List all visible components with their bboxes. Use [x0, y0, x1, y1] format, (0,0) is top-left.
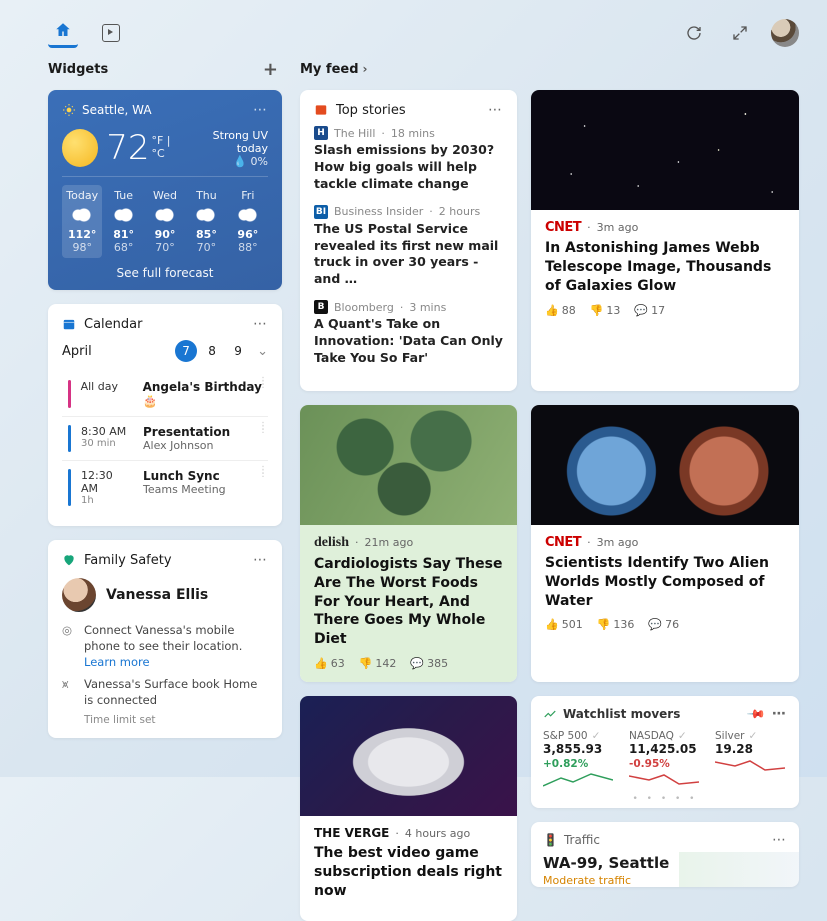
activity-icon: ⩙: [62, 676, 76, 708]
weather-day[interactable]: Today112°98°: [62, 185, 102, 258]
heart-shield-icon: [62, 553, 76, 567]
expand-button[interactable]: [725, 18, 755, 48]
feed-card-image: [531, 405, 799, 525]
video-icon: [102, 24, 120, 42]
calendar-month: April: [62, 344, 92, 359]
feed-headline: Scientists Identify Two Alien Worlds Mos…: [545, 554, 785, 611]
feed-card[interactable]: delish · 21m ago Cardiologists Say These…: [300, 405, 517, 682]
like-button[interactable]: 👍 88: [545, 304, 576, 317]
feed-headline: Cardiologists Say These Are The Worst Fo…: [314, 555, 503, 649]
add-widget-button[interactable]: +: [259, 59, 282, 80]
feed-age: 21m ago: [365, 536, 414, 549]
family-learn-more-link[interactable]: Learn more: [84, 655, 150, 669]
feed-source: CNET: [545, 535, 581, 550]
feed-headline: The best video game subscription deals r…: [314, 844, 503, 901]
feed-card[interactable]: CNET · 3m ago In Astonishing James Webb …: [531, 90, 799, 391]
top-story-item[interactable]: BIBusiness Insider · 2 hoursThe US Posta…: [314, 205, 503, 289]
map-background: [679, 852, 799, 887]
feed-headline: In Astonishing James Webb Telescope Imag…: [545, 239, 785, 296]
feed-card-image: [531, 90, 799, 210]
weather-precip: 💧 0%: [233, 155, 268, 168]
top-stories-more-button[interactable]: ⋯: [488, 102, 503, 118]
video-tab[interactable]: [96, 18, 126, 48]
like-button[interactable]: 👍 63: [314, 657, 345, 670]
widgets-heading: Widgets: [48, 62, 108, 77]
weather-day[interactable]: Fri96°88°: [228, 185, 268, 258]
family-location-text: Connect Vanessa's mobile phone to see th…: [84, 622, 268, 670]
weather-uv: Strong UV today: [182, 129, 268, 155]
family-more-button[interactable]: ⋯: [253, 552, 268, 568]
weather-temp: 72: [106, 128, 149, 168]
sun-icon: [62, 129, 98, 167]
home-tab[interactable]: [48, 18, 78, 48]
calendar-date[interactable]: 7: [175, 340, 197, 362]
chevron-right-icon: ›: [363, 62, 368, 76]
feed-card[interactable]: CNET · 3m ago Scientists Identify Two Al…: [531, 405, 799, 682]
my-feed-heading[interactable]: My feed: [300, 62, 359, 77]
calendar-date[interactable]: 9: [227, 340, 249, 362]
watchlist-more-button[interactable]: ⋯: [772, 706, 787, 722]
weather-day[interactable]: Thu85°70°: [186, 185, 226, 258]
weather-sun-icon: [62, 103, 76, 117]
top-stories-widget[interactable]: Top stories ⋯ HThe Hill · 18 minsSlash e…: [300, 90, 517, 391]
calendar-more-button[interactable]: ⋯: [253, 316, 268, 332]
feed-card-image: [300, 696, 517, 816]
top-story-item[interactable]: BBloomberg · 3 minsA Quant's Take on Inn…: [314, 300, 503, 367]
watchlist-title: Watchlist movers: [563, 707, 680, 721]
feed-card[interactable]: THE VERGE · 4 hours ago The best video g…: [300, 696, 517, 921]
family-device-sub: Time limit set: [84, 714, 268, 726]
family-person-avatar[interactable]: [62, 578, 96, 612]
pin-button[interactable]: 📌: [746, 704, 766, 724]
family-device-text: Vanessa's Surface book Home is connected: [84, 676, 268, 708]
family-title: Family Safety: [84, 553, 172, 568]
weather-unit[interactable]: °F |°C: [151, 134, 182, 160]
feed-source: CNET: [545, 220, 581, 235]
weather-widget[interactable]: Seattle, WA ⋯ 72 °F |°C Strong UV today …: [48, 90, 282, 290]
family-safety-widget[interactable]: Family Safety ⋯ Vanessa Ellis ◎ Connect …: [48, 540, 282, 738]
dislike-button[interactable]: 👎 13: [590, 304, 621, 317]
calendar-icon: [62, 317, 76, 331]
calendar-event[interactable]: 12:30 AM1hLunch SyncTeams Meeting⋮⋮: [62, 460, 268, 514]
calendar-expand-icon[interactable]: ⌄: [257, 344, 268, 359]
top-story-item[interactable]: HThe Hill · 18 minsSlash emissions by 20…: [314, 126, 503, 193]
news-icon: [314, 103, 328, 117]
traffic-widget[interactable]: 🚦 Traffic ⋯ WA-99, Seattle Moderate traf…: [531, 822, 799, 887]
traffic-more-button[interactable]: ⋯: [772, 832, 787, 848]
weather-day[interactable]: Tue81°68°: [103, 185, 143, 258]
weather-more-button[interactable]: ⋯: [253, 102, 268, 118]
comment-button[interactable]: 💬 385: [410, 657, 448, 670]
weather-location: Seattle, WA: [82, 103, 152, 117]
watchlist-widget[interactable]: Watchlist movers 📌 ⋯ S&P 500 ✓3,855.93 +…: [531, 696, 799, 808]
see-full-forecast-link[interactable]: See full forecast: [62, 266, 268, 280]
feed-age: 3m ago: [597, 536, 639, 549]
feed-card-image: [300, 405, 517, 525]
feed-source: delish: [314, 535, 349, 551]
watchlist-item[interactable]: Silver ✓19.28: [715, 730, 787, 790]
top-stories-title: Top stories: [336, 103, 406, 118]
calendar-title: Calendar: [84, 317, 142, 332]
calendar-date[interactable]: 8: [201, 340, 223, 362]
chart-up-icon: [543, 707, 557, 721]
weather-day[interactable]: Wed90°70°: [145, 185, 185, 258]
dislike-button[interactable]: 👎 142: [359, 657, 397, 670]
feed-age: 4 hours ago: [405, 827, 470, 840]
user-avatar[interactable]: [771, 19, 799, 47]
comment-button[interactable]: 💬 76: [648, 618, 679, 631]
watchlist-item[interactable]: NASDAQ ✓11,425.05 -0.95%: [629, 730, 701, 790]
location-pin-icon: ◎: [62, 622, 76, 670]
watchlist-item[interactable]: S&P 500 ✓3,855.93 +0.82%: [543, 730, 615, 790]
calendar-event[interactable]: All dayAngela's Birthday 🎂⋮⋮: [62, 372, 268, 416]
calendar-widget[interactable]: Calendar ⋯ April 789 ⌄ All dayAngela's B…: [48, 304, 282, 526]
dislike-button[interactable]: 👎 136: [597, 618, 635, 631]
feed-source: THE VERGE: [314, 826, 389, 840]
pager-dots[interactable]: • • • • •: [543, 794, 787, 804]
traffic-title: Traffic: [564, 833, 600, 847]
feed-age: 3m ago: [597, 221, 639, 234]
calendar-event[interactable]: 8:30 AM30 minPresentationAlex Johnson⋮⋮: [62, 416, 268, 460]
traffic-light-icon: 🚦: [543, 833, 558, 847]
like-button[interactable]: 👍 501: [545, 618, 583, 631]
refresh-button[interactable]: [679, 18, 709, 48]
family-person-name: Vanessa Ellis: [106, 587, 208, 603]
comment-button[interactable]: 💬 17: [634, 304, 665, 317]
